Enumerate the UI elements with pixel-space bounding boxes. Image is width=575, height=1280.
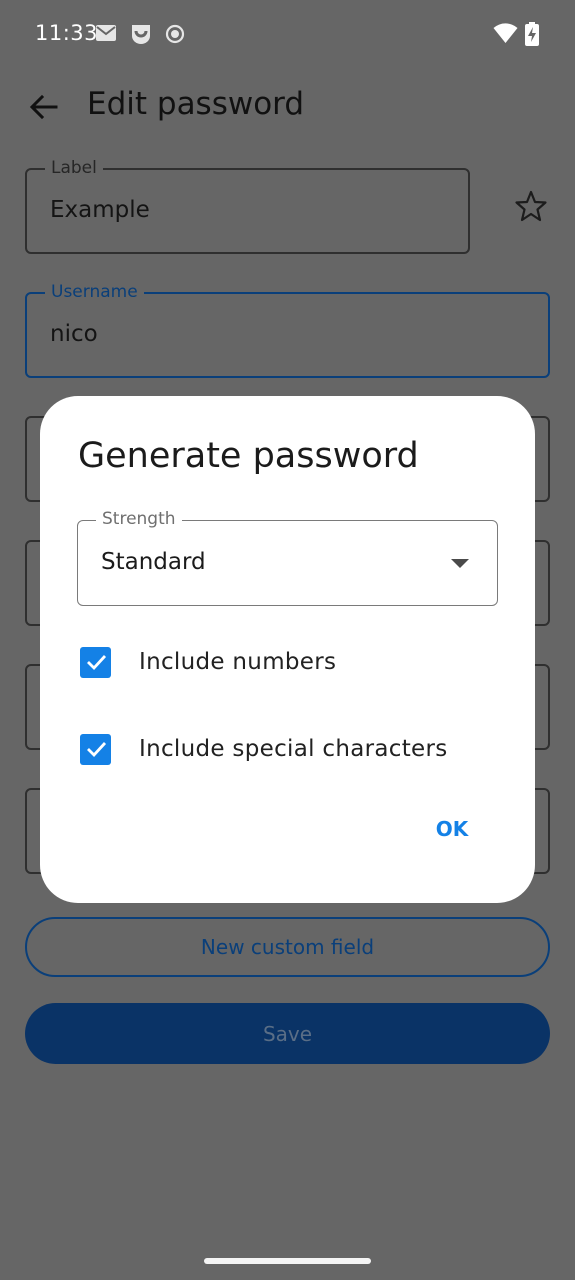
include-special-characters-checkbox[interactable]: [80, 733, 111, 765]
label-field[interactable]: Label Example: [25, 158, 470, 254]
wifi-icon: [493, 22, 518, 48]
checkmark-icon: [86, 742, 106, 758]
include-special-characters-label: Include special characters: [139, 736, 448, 762]
save-button[interactable]: Save: [25, 1003, 550, 1064]
page-title: Edit password: [87, 86, 305, 122]
label-field-label: Label: [45, 158, 103, 178]
ok-button[interactable]: OK: [426, 814, 478, 844]
battery-charging-icon: [525, 22, 539, 50]
include-special-characters-row[interactable]: Include special characters: [80, 733, 448, 765]
username-field-value: nico: [50, 321, 98, 347]
generate-password-dialog: Generate password Strength Standard Incl…: [40, 396, 535, 903]
strength-select[interactable]: Strength Standard: [77, 509, 498, 606]
dialog-title: Generate password: [78, 436, 419, 476]
status-time: 11:33: [35, 21, 99, 45]
record-icon: [165, 24, 185, 48]
app-notification-icon: [130, 24, 152, 48]
strength-label: Strength: [96, 509, 182, 529]
app-bar: Edit password: [0, 68, 575, 144]
username-field-label: Username: [45, 282, 144, 302]
include-numbers-checkbox[interactable]: [80, 646, 111, 678]
mail-icon: [95, 24, 117, 46]
star-outline-icon[interactable]: [514, 189, 548, 223]
username-field[interactable]: Username nico: [25, 282, 550, 378]
include-numbers-label: Include numbers: [139, 649, 337, 675]
new-custom-field-button[interactable]: New custom field: [25, 917, 550, 977]
strength-value: Standard: [101, 549, 206, 575]
status-bar: 11:33: [0, 0, 575, 68]
include-numbers-row[interactable]: Include numbers: [80, 646, 336, 678]
label-field-value: Example: [50, 197, 150, 223]
dropdown-arrow-icon[interactable]: [451, 559, 469, 568]
arrow-back-icon[interactable]: [28, 91, 60, 123]
home-indicator[interactable]: [204, 1258, 371, 1264]
checkmark-icon: [86, 655, 106, 671]
